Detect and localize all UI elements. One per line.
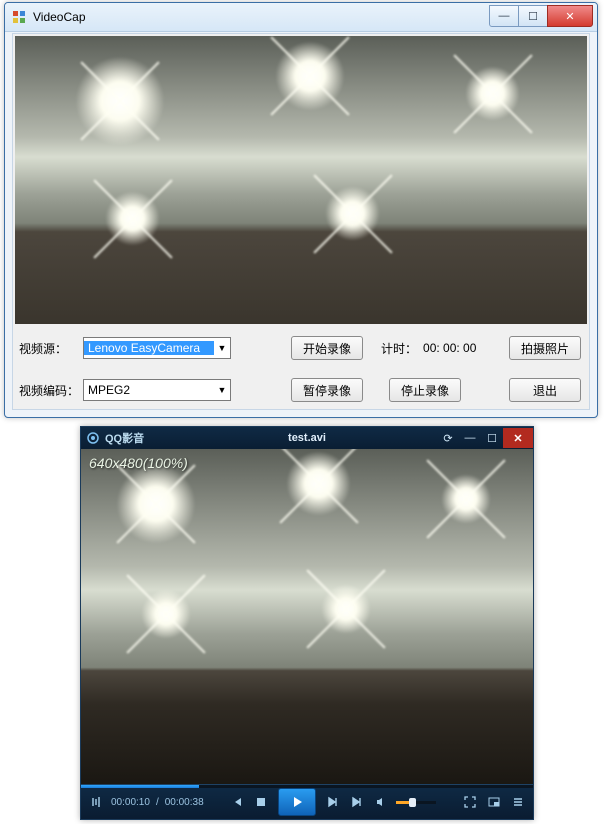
maximize-button[interactable]: ☐ [518, 5, 548, 27]
volume-thumb[interactable] [409, 798, 416, 807]
chevron-down-icon: ▼ [214, 385, 230, 395]
capture-photo-button[interactable]: 拍摄照片 [509, 336, 581, 360]
qqplayer-titlebar[interactable]: QQ影音 test.avi ⟳ — ☐ ✕ [81, 427, 533, 449]
time-current: 00:00:10 [111, 797, 150, 808]
stop-record-button[interactable]: 停止录像 [389, 378, 461, 402]
rotate-icon: ⟳ [443, 432, 452, 445]
video-playback[interactable]: 640x480(100%) [81, 449, 533, 785]
playback-bar: 00:00:10 / 00:00:38 [81, 784, 533, 819]
timer-value: 00: 00: 00 [423, 341, 476, 355]
x-icon: ✕ [565, 10, 574, 23]
qq-logo-icon [85, 430, 101, 446]
chevron-down-icon: ▼ [214, 343, 230, 353]
source-combo[interactable]: Lenovo EasyCamera ▼ [83, 337, 231, 359]
pause-record-button[interactable]: 暂停录像 [291, 378, 363, 402]
seek-bar[interactable] [81, 785, 533, 788]
mute-button[interactable] [372, 793, 390, 811]
qqplayer-window: QQ影音 test.avi ⟳ — ☐ ✕ 640x480(100%) 00:0… [80, 426, 534, 820]
prev-button[interactable] [228, 793, 246, 811]
effects-button[interactable] [87, 793, 105, 811]
window-body: 视频源： Lenovo EasyCamera ▼ 开始录像 计时： 00: 00… [12, 33, 590, 410]
video-preview [15, 36, 587, 324]
videocap-window: VideoCap — ☐ ✕ 视频源： Lenovo EasyCamera ▼ … [4, 2, 598, 418]
encoder-label: 视频编码： [19, 382, 83, 399]
minimize-button[interactable]: — [459, 428, 481, 448]
volume-slider[interactable] [396, 801, 436, 804]
window-title: VideoCap [33, 10, 489, 24]
qqplayer-app-name: QQ影音 [105, 430, 144, 446]
encoder-value: MPEG2 [84, 383, 214, 397]
app-icon [11, 9, 27, 25]
controls-panel: 视频源： Lenovo EasyCamera ▼ 开始录像 计时： 00: 00… [19, 334, 583, 405]
videocap-titlebar[interactable]: VideoCap — ☐ ✕ [5, 3, 597, 32]
time-sep: / [156, 797, 159, 808]
encoder-combo[interactable]: MPEG2 ▼ [83, 379, 231, 401]
rotate-button[interactable]: ⟳ [437, 428, 459, 448]
volume-fill [396, 801, 410, 804]
seek-progress [81, 785, 199, 788]
exit-button[interactable]: 退出 [509, 378, 581, 402]
view-mode-button[interactable] [485, 793, 503, 811]
close-button[interactable]: ✕ [503, 428, 533, 448]
time-total: 00:00:38 [165, 797, 204, 808]
x-icon: ✕ [513, 432, 522, 445]
square-icon: ☐ [528, 10, 538, 23]
minus-icon: — [465, 432, 476, 444]
step-button[interactable] [324, 793, 342, 811]
close-button[interactable]: ✕ [547, 5, 593, 27]
playlist-button[interactable] [509, 793, 527, 811]
timer-label: 计时： [381, 340, 417, 357]
source-label: 视频源： [19, 340, 83, 357]
source-value: Lenovo EasyCamera [84, 341, 214, 355]
start-record-button[interactable]: 开始录像 [291, 336, 363, 360]
minus-icon: — [499, 10, 510, 22]
stop-button[interactable] [252, 793, 270, 811]
maximize-button[interactable]: ☐ [481, 428, 503, 448]
fullscreen-button[interactable] [461, 793, 479, 811]
next-button[interactable] [348, 793, 366, 811]
play-button[interactable] [278, 788, 316, 816]
minimize-button[interactable]: — [489, 5, 519, 27]
square-icon: ☐ [487, 432, 497, 445]
